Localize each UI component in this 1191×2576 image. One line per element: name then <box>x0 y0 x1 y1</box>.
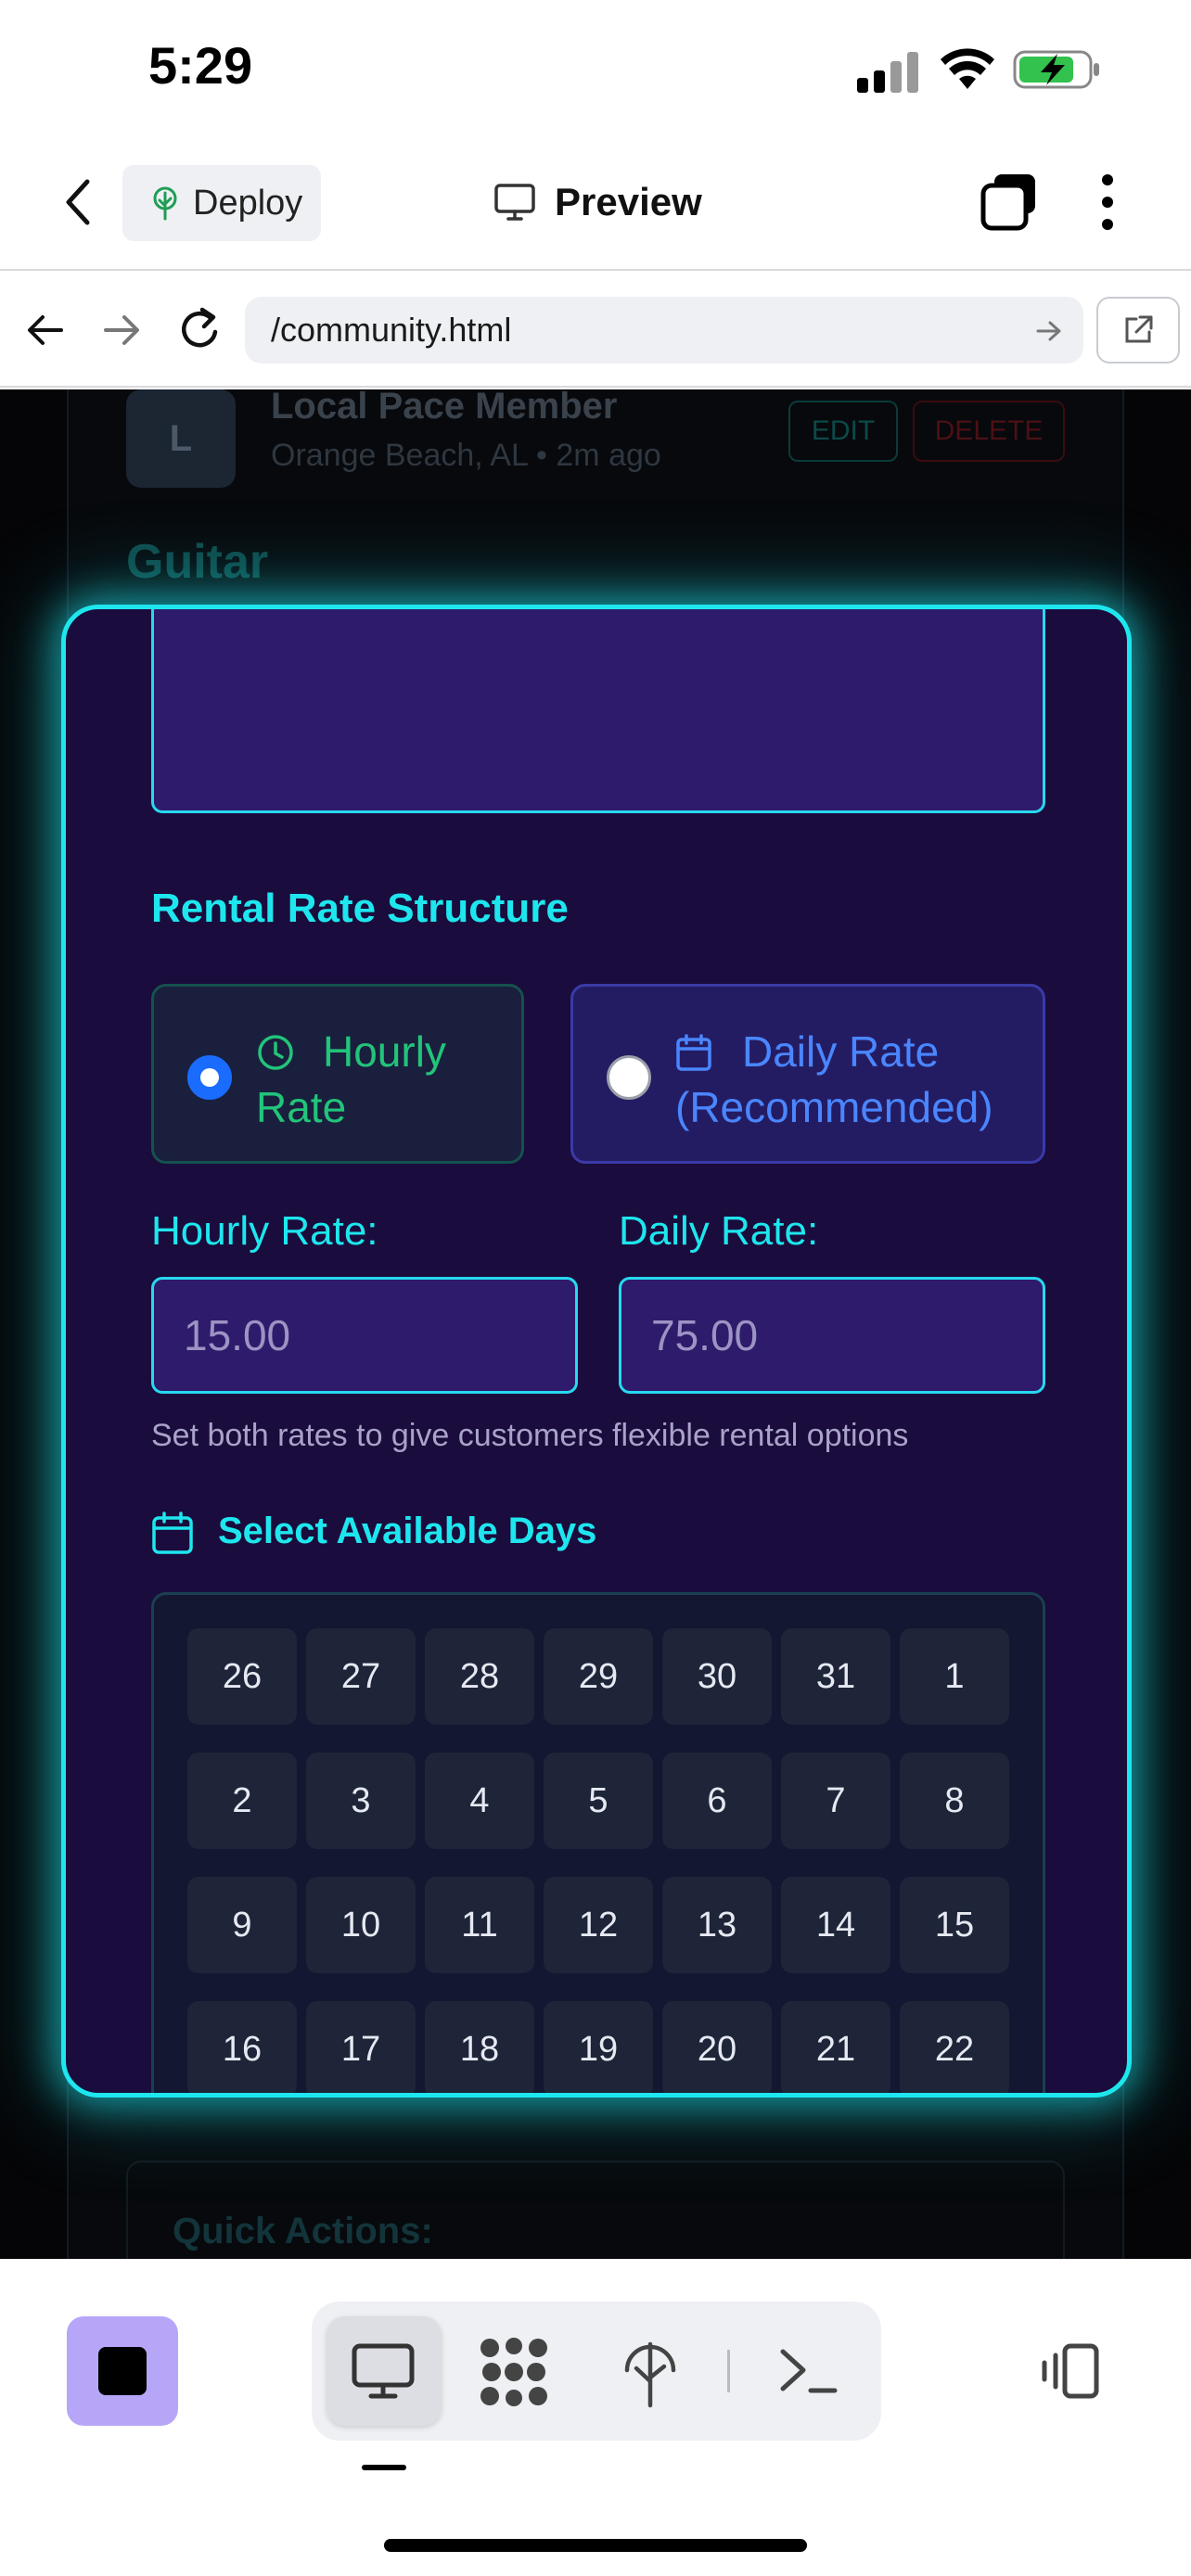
reload-icon[interactable] <box>178 306 223 352</box>
calendar-day[interactable]: 9 <box>187 1877 297 1973</box>
daily-rate-input[interactable] <box>621 1280 1043 1391</box>
member-name: Local Pace Member <box>271 389 618 427</box>
calendar-day[interactable]: 7 <box>781 1753 890 1849</box>
daily-option-label-2: (Recommended) <box>675 1083 993 1131</box>
rate-section-title: Rental Rate Structure <box>151 886 569 931</box>
terminal-icon[interactable] <box>777 2344 839 2398</box>
calendar-day[interactable]: 18 <box>425 2001 534 2093</box>
rental-modal: Rental Rate Structure Hourly Rate Daily … <box>61 605 1132 2098</box>
hourly-rate-field[interactable] <box>151 1277 578 1394</box>
preview-label: Preview <box>555 180 702 223</box>
daily-rate-option[interactable]: Daily Rate (Recommended) <box>570 984 1045 1164</box>
calendar-day[interactable]: 30 <box>662 1628 772 1725</box>
calendar-day[interactable]: 15 <box>900 1877 1009 1973</box>
device-toggle-icon[interactable] <box>1033 2342 1102 2400</box>
calendar-icon <box>676 1034 711 1071</box>
select-days-title: Select Available Days <box>218 1511 597 1551</box>
calendar-day[interactable]: 27 <box>306 1628 416 1725</box>
calendar-day[interactable]: 4 <box>425 1753 534 1849</box>
deploy-label: Deploy <box>193 183 303 223</box>
calendar-day[interactable]: 14 <box>781 1877 890 1973</box>
calendar-grid: 26 27 28 29 30 31 1 2 3 4 5 6 7 8 9 10 11 12 13 14 15 16 17 18 1… <box>151 1592 1045 2093</box>
more-options-icon[interactable] <box>1095 172 1121 232</box>
active-tab-indicator <box>362 2465 406 2470</box>
calendar-day[interactable]: 21 <box>781 2001 890 2093</box>
calendar-day[interactable]: 20 <box>662 2001 772 2093</box>
tabs-icon[interactable] <box>980 172 1039 232</box>
item-title: Guitar <box>126 535 269 589</box>
member-location: Orange Beach, AL • 2m ago <box>271 438 661 473</box>
clock-icon <box>258 1035 293 1070</box>
calendar-day[interactable]: 28 <box>425 1628 534 1725</box>
daily-rate-field[interactable] <box>619 1277 1045 1394</box>
calendar-day[interactable]: 3 <box>306 1753 416 1849</box>
hourly-option-label-2: Rate <box>256 1083 347 1131</box>
hourly-option-label: Hourly <box>323 1027 446 1076</box>
home-indicator <box>384 2539 807 2552</box>
tree-icon <box>153 186 177 221</box>
external-link-icon <box>1125 315 1153 343</box>
edit-button[interactable]: EDIT <box>788 401 898 462</box>
wifi-icon <box>941 48 994 89</box>
quick-actions-panel: Quick Actions: <box>126 2161 1065 2259</box>
description-textarea[interactable] <box>151 609 1045 813</box>
stop-button[interactable] <box>67 2316 178 2426</box>
hourly-radio[interactable] <box>187 1055 232 1100</box>
monitor-icon <box>494 184 535 221</box>
status-time: 5:29 <box>148 36 253 95</box>
go-arrow-icon[interactable] <box>1035 319 1063 343</box>
cellular-signal-icon <box>857 52 922 93</box>
rates-helper-text: Set both rates to give customers flexibl… <box>151 1418 909 1453</box>
deploy-button[interactable]: Deploy <box>122 165 321 241</box>
daily-radio[interactable] <box>607 1055 651 1100</box>
web-content: L Local Pace Member Orange Beach, AL • 2… <box>0 389 1191 2259</box>
apps-grid-icon[interactable] <box>479 2337 549 2407</box>
calendar-day[interactable]: 17 <box>306 2001 416 2093</box>
open-external-button[interactable] <box>1096 297 1180 363</box>
avatar: L <box>126 389 236 488</box>
calendar-day[interactable]: 5 <box>544 1753 653 1849</box>
calendar-day[interactable]: 11 <box>425 1877 534 1973</box>
calendar-day[interactable]: 1 <box>900 1628 1009 1725</box>
url-input[interactable]: /community.html <box>245 297 1083 363</box>
back-chevron-icon[interactable] <box>61 176 95 228</box>
toolbar-divider <box>727 2350 730 2392</box>
hourly-rate-option[interactable]: Hourly Rate <box>151 984 524 1164</box>
quick-actions-label: Quick Actions: <box>173 2211 433 2251</box>
calendar-day[interactable]: 6 <box>662 1753 772 1849</box>
url-text: /community.html <box>271 311 512 349</box>
battery-charging-icon <box>1013 50 1099 89</box>
back-arrow-icon[interactable] <box>26 313 65 347</box>
calendar-icon <box>152 1511 193 1554</box>
preview-title: Preview <box>493 174 702 230</box>
stop-icon <box>98 2347 147 2395</box>
calendar-day[interactable]: 19 <box>544 2001 653 2093</box>
deploy-tree-icon[interactable] <box>620 2335 681 2409</box>
daily-option-label: Daily Rate <box>742 1027 940 1076</box>
calendar-day[interactable]: 29 <box>544 1628 653 1725</box>
calendar-day[interactable]: 13 <box>662 1877 772 1973</box>
calendar-day[interactable]: 10 <box>306 1877 416 1973</box>
calendar-day[interactable]: 22 <box>900 2001 1009 2093</box>
monitor-icon <box>352 2343 415 2399</box>
calendar-day[interactable]: 26 <box>187 1628 297 1725</box>
hourly-rate-label: Hourly Rate: <box>151 1208 378 1254</box>
calendar-day[interactable]: 8 <box>900 1753 1009 1849</box>
calendar-day[interactable]: 12 <box>544 1877 653 1973</box>
calendar-day[interactable]: 2 <box>187 1753 297 1849</box>
daily-rate-label: Daily Rate: <box>619 1208 819 1254</box>
hourly-rate-input[interactable] <box>154 1280 575 1391</box>
forward-arrow-icon[interactable] <box>102 313 141 347</box>
delete-button[interactable]: DELETE <box>913 401 1065 462</box>
calendar-day[interactable]: 31 <box>781 1628 890 1725</box>
calendar-day[interactable]: 16 <box>187 2001 297 2093</box>
